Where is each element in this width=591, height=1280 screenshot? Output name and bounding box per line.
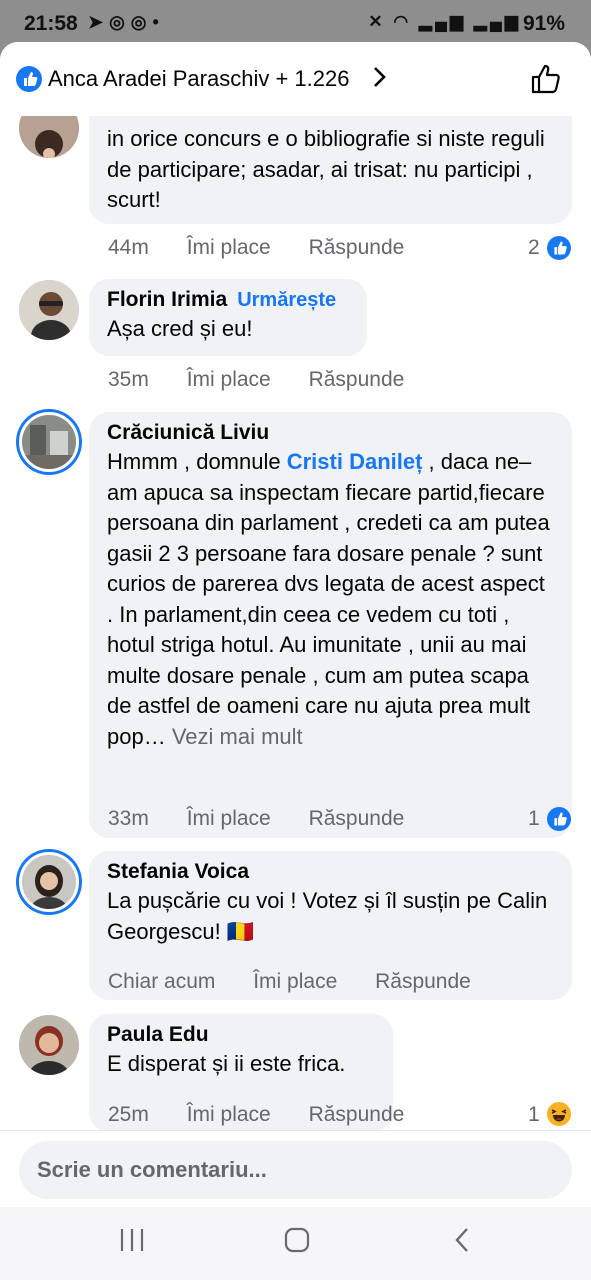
status-time: 21:58 — [24, 12, 78, 35]
reply-button[interactable]: Răspunde — [309, 807, 405, 830]
comment-time: 33m — [108, 807, 149, 830]
signal-icons: ✕ ◠ ▂▄▆ ▂▄▆ — [368, 12, 521, 31]
reaction-count[interactable]: 1 — [528, 1103, 540, 1127]
haha-icon — [547, 1102, 571, 1126]
avatar[interactable] — [19, 1015, 79, 1075]
comment-text: Așa cred și eu! — [107, 316, 253, 341]
comments-list: in orice concurs e o bibliografie si nis… — [0, 42, 591, 1132]
comment-actions: 35m Îmi place Răspunde — [108, 368, 404, 392]
comment-bubble[interactable]: Crăciunică Liviu Hmmm , domnule Cristi D… — [89, 412, 572, 838]
comments-sheet: Anca Aradei Paraschiv + 1.226 in orice c… — [0, 42, 591, 1207]
thumbs-up-icon[interactable] — [529, 62, 563, 96]
comment-text: in orice concurs e o bibliografie si nis… — [107, 126, 545, 212]
comment-author[interactable]: Florin Irimia — [107, 288, 227, 311]
like-button[interactable]: Îmi place — [187, 236, 271, 259]
comment-bubble[interactable]: Florin Irimia Urmărește Așa cred și eu! — [89, 279, 367, 356]
like-button[interactable]: Îmi place — [253, 970, 337, 993]
back-icon[interactable] — [452, 1225, 474, 1260]
reply-button[interactable]: Răspunde — [309, 1103, 405, 1126]
comment-composer: Scrie un comentariu... — [0, 1130, 591, 1207]
home-icon[interactable] — [283, 1225, 311, 1260]
comment-author[interactable]: Paula Edu — [107, 1023, 375, 1047]
like-button[interactable]: Îmi place — [187, 368, 271, 391]
comment-author[interactable]: Stefania Voica — [107, 860, 554, 884]
like-reaction-icon — [547, 236, 571, 260]
avatar[interactable] — [19, 852, 79, 912]
see-more-link[interactable]: Vezi mai mult — [172, 724, 303, 749]
avatar[interactable] — [19, 412, 79, 472]
reaction-count[interactable]: 1 — [528, 807, 540, 831]
comment-time: 25m — [108, 1103, 149, 1126]
reactors-link[interactable]: Anca Aradei Paraschiv + 1.226 — [48, 66, 349, 92]
reply-button[interactable]: Răspunde — [309, 368, 405, 391]
comment-time: Chiar acum — [108, 970, 216, 993]
like-reaction-icon — [547, 807, 571, 831]
battery-level: 91% — [522, 12, 565, 35]
comment-text: Hmmm , domnule Cristi Danileț , daca ne–… — [107, 447, 554, 752]
reply-button[interactable]: Răspunde — [375, 970, 471, 993]
comment-time: 35m — [108, 368, 149, 391]
like-button[interactable]: Îmi place — [187, 1103, 271, 1126]
comment-text-rest: , daca ne–am apuca sa inspectam fiecare … — [107, 449, 550, 749]
like-badge-icon — [16, 66, 42, 92]
comment-input[interactable]: Scrie un comentariu... — [19, 1141, 572, 1199]
reaction-count[interactable]: 2 — [528, 236, 540, 260]
sheet-header: Anca Aradei Paraschiv + 1.226 — [0, 42, 591, 116]
mention-link[interactable]: Cristi Danileț — [287, 449, 423, 474]
comment-actions: 33m Îmi place Răspunde — [108, 807, 404, 831]
chevron-right-icon[interactable] — [372, 64, 388, 97]
like-button[interactable]: Îmi place — [187, 807, 271, 830]
comment-author-row: Florin Irimia Urmărește — [107, 288, 349, 312]
avatar[interactable] — [19, 280, 79, 340]
follow-button[interactable]: Urmărește — [237, 289, 336, 311]
notification-icons: ➤◎◎• — [88, 12, 165, 32]
comment-actions: 44m Îmi place Răspunde — [108, 236, 404, 260]
comment-actions: 25m Îmi place Răspunde — [108, 1103, 404, 1127]
comment-author[interactable]: Crăciunică Liviu — [107, 421, 554, 445]
recents-icon[interactable] — [118, 1225, 146, 1260]
comment-time: 44m — [108, 236, 149, 259]
reply-button[interactable]: Răspunde — [309, 236, 405, 259]
comment-text: La pușcărie cu voi ! Votez și îl susțin … — [107, 888, 548, 944]
status-bar: 21:58 ➤◎◎• ✕ ◠ ▂▄▆ ▂▄▆ 91% — [0, 0, 591, 44]
comment-text: E disperat și ii este frica. — [107, 1051, 346, 1076]
system-navigation-bar — [0, 1207, 591, 1280]
comment-bubble[interactable]: in orice concurs e o bibliografie si nis… — [89, 98, 572, 224]
comment-actions: Chiar acum Îmi place Răspunde — [108, 970, 471, 994]
comment-text-start: Hmmm , domnule — [107, 449, 287, 474]
